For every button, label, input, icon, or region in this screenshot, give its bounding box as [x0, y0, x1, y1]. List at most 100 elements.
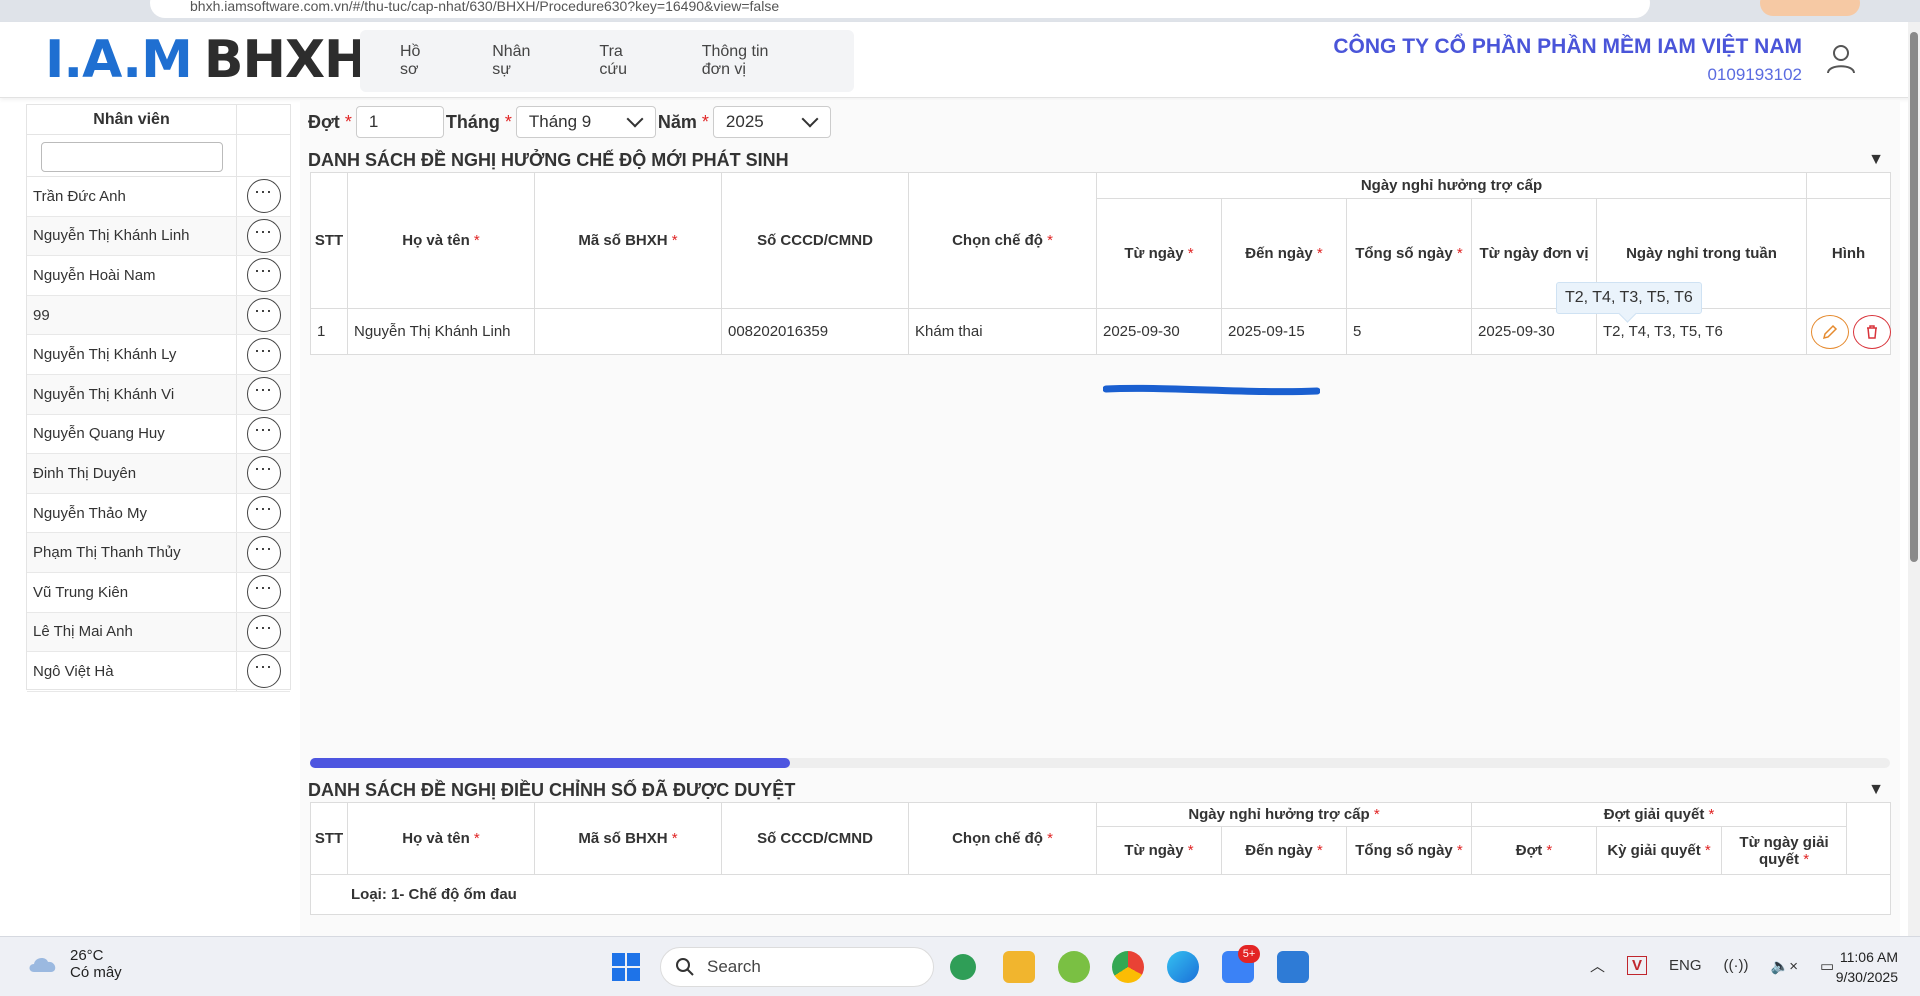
more-options-button[interactable]: ⋯	[246, 218, 281, 253]
col-ho-ten: Họ và tên *	[347, 172, 535, 309]
section2-table: STT Họ và tên * Mã số BHXH * Số CCCD/CMN…	[309, 802, 1892, 915]
chevron-down-icon	[626, 110, 644, 128]
employee-name: Nguyễn Thảo My	[27, 493, 237, 533]
sidebar-filter-row	[27, 135, 290, 177]
cell-actions	[1806, 308, 1892, 355]
col2-dot: Đợt *	[1471, 826, 1598, 875]
employee-name: Đinh Thị Duyên	[27, 454, 237, 493]
employee-name: Nguyễn Thị Khánh Ly	[27, 335, 237, 374]
more-options-button[interactable]: ⋯	[246, 416, 281, 451]
edit-button[interactable]	[1811, 314, 1850, 349]
more-options-button[interactable]: ⋯	[246, 258, 281, 293]
collapse-section1-icon[interactable]: ▼	[1868, 151, 1884, 169]
col-che-do: Chọn chế độ *	[908, 172, 1097, 309]
photos-icon[interactable]	[1277, 951, 1309, 983]
nam-select[interactable]: 2025	[712, 106, 831, 138]
file-explorer-icon[interactable]	[1003, 951, 1035, 983]
list-item[interactable]: Vũ Trung Kiên ⋯	[27, 572, 290, 613]
filter-bar: Đợt * 1 Tháng * Tháng 9 Năm * 2025	[308, 106, 831, 138]
horizontal-scrollbar[interactable]	[310, 758, 1890, 768]
app-icon-green[interactable]	[1058, 951, 1090, 983]
weather-widget[interactable]: 26°C Có mây	[26, 947, 122, 981]
list-item[interactable]: Nguyễn Thảo My ⋯	[27, 493, 290, 534]
dot-label: Đợt *	[308, 111, 352, 132]
antivirus-icon[interactable]: V	[1627, 956, 1648, 975]
nav-thong-tin-don-vi[interactable]: Thông tin đơn vị	[702, 43, 798, 79]
cell-ma-bhxh	[534, 308, 722, 355]
app-icon-leaf[interactable]	[950, 954, 976, 980]
taskbar-search[interactable]: Search	[660, 947, 934, 987]
list-item[interactable]: Nguyễn Thị Khánh Linh ⋯	[27, 216, 290, 257]
nav-nhan-su[interactable]: Nhân sự	[492, 43, 543, 79]
windows-start-icon[interactable]	[610, 951, 642, 983]
list-item[interactable]: 99 ⋯	[27, 295, 290, 336]
thang-label: Tháng *	[445, 111, 512, 132]
logo-iam: I.A.M	[45, 30, 193, 90]
group2-ngay-nghi: Ngày nghỉ hưởng trợ cấp *	[1095, 802, 1473, 827]
pencil-icon	[1823, 324, 1838, 339]
employee-filter-input[interactable]	[41, 142, 223, 172]
clock-date: 9/30/2025	[1835, 969, 1898, 985]
employee-name: Nguyễn Hoài Nam	[27, 256, 237, 295]
more-options-button[interactable]: ⋯	[246, 377, 281, 412]
chevron-up-icon[interactable]: ︿	[1590, 955, 1605, 976]
more-options-button[interactable]: ⋯	[246, 535, 281, 570]
delete-button[interactable]	[1853, 314, 1892, 349]
col-ma-bhxh: Mã số BHXH *	[534, 172, 722, 309]
cell-tong-so-ngay: 5	[1346, 308, 1472, 355]
table-row[interactable]: 1 Nguyễn Thị Khánh Linh 008202016359 Khá…	[310, 308, 1892, 355]
col2-tong-so-ngay: Tổng số ngày *	[1345, 826, 1473, 875]
col2-stt: STT	[310, 802, 348, 875]
address-bar[interactable]: bhxh.iamsoftware.com.vn/#/thu-tuc/cap-nh…	[150, 0, 1650, 18]
list-item[interactable]: Nguyễn Thị Khánh Vi ⋯	[27, 374, 290, 415]
vertical-scrollbar[interactable]	[1908, 22, 1920, 942]
browser-bar: bhxh.iamsoftware.com.vn/#/thu-tuc/cap-nh…	[0, 0, 1920, 22]
list-item[interactable]: Lê Thị Mai Anh ⋯	[27, 612, 290, 653]
col-stt: STT	[310, 172, 348, 309]
chrome-icon[interactable]	[1112, 951, 1144, 983]
battery-icon[interactable]: ▭	[1820, 957, 1834, 975]
app-logo[interactable]: I.A.M BHXH	[45, 30, 368, 90]
col2-tu-ngay: Từ ngày *	[1096, 826, 1222, 875]
list-item[interactable]: Trần Đức Anh ⋯	[27, 177, 290, 217]
more-options-button[interactable]: ⋯	[246, 654, 281, 689]
more-options-button[interactable]: ⋯	[246, 298, 281, 333]
wifi-icon[interactable]: ((·))	[1724, 957, 1749, 974]
nav-tra-cuu[interactable]: Tra cứu	[599, 43, 645, 79]
nav-ho-so[interactable]: Hồ sơ	[400, 43, 436, 79]
col2-ky-giai-quyet: Kỳ giải quyết *	[1596, 826, 1723, 875]
more-options-button[interactable]: ⋯	[246, 456, 281, 491]
col2-che-do: Chọn chế độ *	[908, 802, 1097, 875]
employee-name: Nguyễn Quang Huy	[27, 414, 237, 454]
more-options-button[interactable]: ⋯	[246, 614, 281, 649]
list-item[interactable]: Nguyễn Hoài Nam ⋯	[27, 256, 290, 296]
list-item[interactable]: Ngô Việt Hà ⋯	[27, 652, 290, 692]
company-tax-code: 0109193102	[1707, 65, 1802, 84]
dot-input[interactable]: 1	[355, 106, 444, 138]
language-indicator[interactable]: ENG	[1669, 957, 1702, 974]
collapse-section2-icon[interactable]: ▼	[1868, 781, 1884, 799]
scrollbar-thumb[interactable]	[1910, 32, 1918, 562]
user-icon[interactable]	[1824, 42, 1858, 76]
clock[interactable]: 11:06 AM 9/30/2025	[1836, 947, 1898, 987]
list-item[interactable]: Phạm Thị Thanh Thủy ⋯	[27, 533, 290, 573]
more-options-button[interactable]: ⋯	[246, 575, 281, 610]
list-item[interactable]: Đinh Thị Duyên ⋯	[27, 454, 290, 494]
sidebar-header: Nhân viên	[27, 105, 290, 135]
col2-ho-ten: Họ và tên *	[347, 802, 535, 875]
more-options-button[interactable]: ⋯	[246, 337, 281, 372]
profile-button[interactable]	[1760, 0, 1860, 16]
list-item[interactable]: Nguyễn Quang Huy ⋯	[27, 414, 290, 455]
more-options-button[interactable]: ⋯	[246, 179, 281, 214]
col2-cccd: Số CCCD/CMND	[721, 802, 909, 875]
volume-muted-icon[interactable]: 🔈×	[1771, 957, 1798, 975]
col2-tu-ngay-giai-quyet: Từ ngày giải quyết *	[1721, 826, 1848, 875]
search-icon	[676, 958, 694, 976]
thang-select[interactable]: Tháng 9	[515, 106, 656, 138]
scrollbar-thumb[interactable]	[310, 758, 790, 768]
notification-badge: 5+	[1238, 945, 1260, 963]
edge-icon[interactable]	[1167, 951, 1199, 983]
more-options-button[interactable]: ⋯	[246, 496, 281, 531]
section2-title: DANH SÁCH ĐỀ NGHỊ ĐIỀU CHỈNH SỐ ĐÃ ĐƯỢC …	[308, 780, 796, 800]
list-item[interactable]: Nguyễn Thị Khánh Ly ⋯	[27, 335, 290, 375]
